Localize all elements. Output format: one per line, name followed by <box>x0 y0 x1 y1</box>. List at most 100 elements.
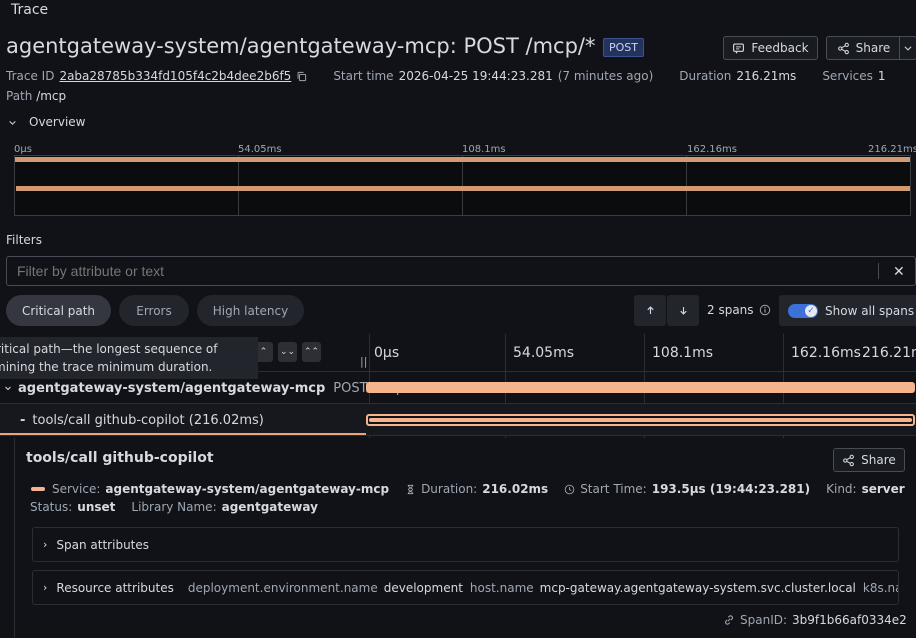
overview-toggle[interactable]: Overview <box>8 115 86 129</box>
span-attributes-section[interactable]: › Span attributes <box>32 527 899 562</box>
timeline-tick: 162.16ms <box>791 345 861 361</box>
span-bar[interactable] <box>366 382 915 393</box>
selected-row-underline <box>0 433 366 435</box>
span-row-selected[interactable]: - tools/call github-copilot (216.02ms) <box>0 404 916 436</box>
trace-meta: Trace ID 2aba28785b334fd105f4c2b4dee2b6f… <box>6 69 908 83</box>
share-icon <box>843 454 855 466</box>
span-detail-title: tools/call github-copilot <box>26 450 214 466</box>
resize-handle[interactable]: || <box>360 355 367 368</box>
timeline-tick: 108.1ms <box>652 345 714 361</box>
link-icon[interactable] <box>723 614 735 626</box>
filter-pill-errors[interactable]: Errors <box>119 295 189 326</box>
resource-attr-value: mcp-gateway.agentgateway-system.svc.clus… <box>539 580 856 595</box>
chevron-down-icon[interactable] <box>4 384 12 392</box>
span-share-button[interactable]: Share <box>833 448 905 472</box>
library-value: agentgateway <box>221 500 318 514</box>
filter-pill-high-latency[interactable]: High latency <box>197 295 304 326</box>
close-icon[interactable]: ✕ <box>893 264 905 280</box>
filter-pill-critical-path[interactable]: Critical path <box>6 295 111 326</box>
resource-attr-key: host.name <box>469 580 534 595</box>
span-id-label: SpanID: <box>740 613 788 627</box>
collapse-all-button[interactable]: ⌃⌃ <box>302 342 321 362</box>
chevron-right-icon: › <box>43 581 48 594</box>
duration-label: Duration <box>679 69 732 83</box>
filters-label: Filters <box>6 233 42 247</box>
service-value: agentgateway-system/agentgateway-mcp <box>105 482 390 496</box>
span-detail-summary-2: Status: unset Library Name: agentgateway <box>30 500 334 514</box>
span-attributes-label: Span attributes <box>56 537 150 552</box>
overview-label: Overview <box>29 115 86 129</box>
share-label: Share <box>861 453 896 467</box>
minimap-span-bar <box>15 186 910 191</box>
span-operation: tools/call github-copilot (216.02ms) <box>32 412 264 428</box>
library-label: Library Name: <box>131 500 217 514</box>
start-time-relative: (7 minutes ago) <box>557 69 654 83</box>
path-row: Path /mcp <box>6 89 66 103</box>
span-detail-summary: Service: agentgateway-system/agentgatewa… <box>31 482 916 496</box>
duration-value: 216.02ms <box>482 482 549 496</box>
filter-input[interactable] <box>6 256 916 286</box>
span-id-value: 3b9f1b66af0334e2 <box>792 613 907 627</box>
info-icon[interactable] <box>759 304 771 316</box>
services-value: 1 <box>877 69 886 83</box>
feedback-button[interactable]: Feedback <box>723 36 818 60</box>
tooltip-line: mining the trace minimum duration. <box>0 360 213 374</box>
timeline-tick: 54.05ms <box>513 345 575 361</box>
trace-id-link[interactable]: 2aba28785b334fd105f4c2b4dee2b6f5 <box>59 69 291 83</box>
path-value: /mcp <box>36 89 67 103</box>
chevron-right-icon: › <box>43 538 48 551</box>
trace-title: agentgateway-system/agentgateway-mcp: PO… <box>6 34 596 58</box>
kind-label: Kind: <box>826 482 857 496</box>
trace-minimap[interactable] <box>14 155 911 216</box>
clock-icon <box>564 484 575 494</box>
arrow-down-icon <box>679 307 687 315</box>
span-service: agentgateway-system/agentgateway-mcp <box>18 380 326 396</box>
share-button[interactable]: Share <box>826 36 900 60</box>
section-label: Trace <box>11 2 49 18</box>
chevron-down-icon <box>9 120 16 125</box>
prev-span-button[interactable] <box>634 295 666 326</box>
next-span-button[interactable] <box>667 295 699 326</box>
show-all-spans-toggle[interactable]: Show all spans <box>779 295 916 326</box>
critical-path-tooltip: ritical path—the longest sequence of min… <box>0 337 258 379</box>
expand-all-button[interactable]: ⌄⌄ <box>278 342 297 362</box>
minimap-tick: 216.21ms <box>868 144 916 155</box>
resource-attributes-section[interactable]: › Resource attributes deployment.environ… <box>32 570 899 605</box>
toggle-switch[interactable] <box>788 303 818 318</box>
tooltip-line: ritical path—the longest sequence of <box>0 342 218 356</box>
share-dropdown-button[interactable] <box>899 36 916 60</box>
share-icon <box>837 42 849 54</box>
status-value: unset <box>77 500 116 514</box>
arrow-up-icon <box>646 306 654 314</box>
trace-id-label: Trace ID <box>6 69 55 83</box>
feedback-icon <box>733 42 745 54</box>
kind-value: server <box>861 482 905 496</box>
minimap-tick: 54.05ms <box>238 144 282 155</box>
copy-icon[interactable] <box>296 71 307 82</box>
timeline-tick: 216.21m <box>862 345 916 361</box>
minimap-span-bar <box>15 157 910 162</box>
tree-leaf-marker: - <box>20 412 26 428</box>
collapse-controls: ⌃ ⌄⌄ ⌃⌃ <box>254 342 321 362</box>
status-label: Status: <box>30 500 73 514</box>
span-bar-fill <box>369 418 912 422</box>
method-badge: POST <box>603 38 644 57</box>
duration-value: 216.21ms <box>736 69 797 83</box>
filter-divider <box>878 263 879 279</box>
resource-attr-key: k8s.na... <box>862 580 898 595</box>
service-label: Service: <box>52 482 101 496</box>
span-id: SpanID: 3b9f1b66af0334e2 <box>723 613 907 627</box>
timeline-tick: 0μs <box>374 345 400 361</box>
services-label: Services <box>822 69 873 83</box>
show-all-label: Show all spans <box>825 303 915 318</box>
span-bar-outline[interactable] <box>366 414 915 426</box>
chevron-down-icon <box>904 46 912 51</box>
share-label: Share <box>855 41 891 55</box>
service-color-marker <box>31 487 45 491</box>
feedback-label: Feedback <box>751 41 809 55</box>
minimap-tick: 0μs <box>14 144 32 155</box>
span-name: - tools/call github-copilot (216.02ms) <box>20 404 264 436</box>
start-time-value: 2026-04-25 19:44:23.281 <box>398 69 553 83</box>
minimap-tick: 162.16ms <box>687 144 737 155</box>
start-time-label: Start time <box>333 69 394 83</box>
